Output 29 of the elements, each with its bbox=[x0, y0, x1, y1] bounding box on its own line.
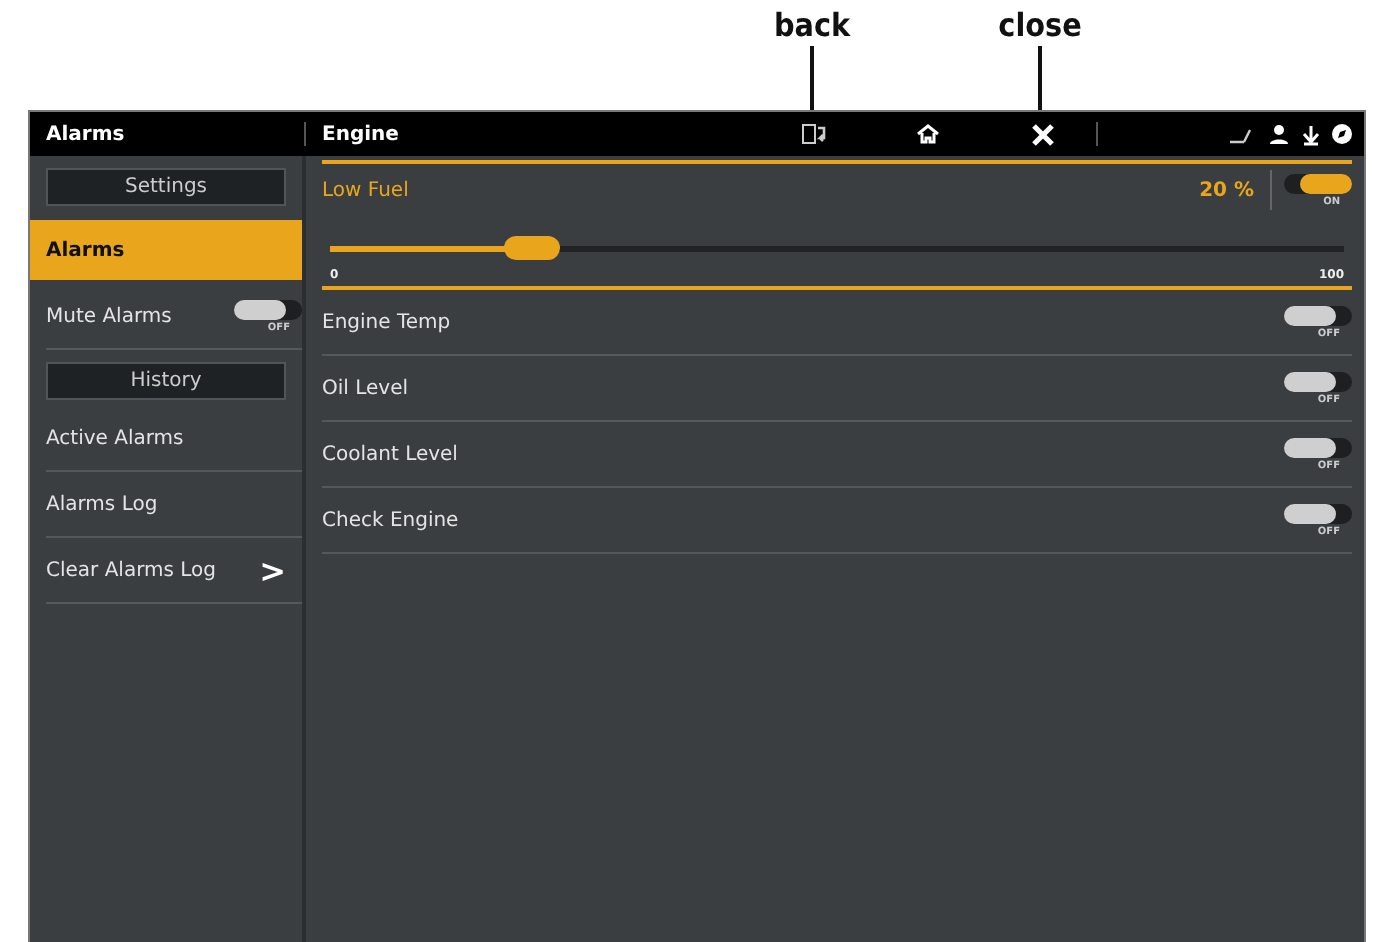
alarm-name: Coolant Level bbox=[322, 443, 458, 465]
toggle-switch[interactable] bbox=[1284, 503, 1352, 523]
slider-thumb[interactable] bbox=[504, 236, 561, 260]
alarm-name: Check Engine bbox=[322, 509, 459, 531]
sidebar-item[interactable]: Alarms Log bbox=[46, 472, 302, 538]
leader-line bbox=[810, 46, 814, 110]
section-header: Settings bbox=[46, 168, 286, 206]
callout-label: close bbox=[998, 6, 1082, 46]
toggle-switch[interactable] bbox=[1284, 305, 1352, 325]
compass-icon[interactable] bbox=[1332, 124, 1352, 144]
alarm-name: Oil Level bbox=[322, 377, 409, 399]
section-header: History bbox=[46, 362, 286, 400]
alarm-name: Engine Temp bbox=[322, 311, 451, 333]
leader-line bbox=[1038, 46, 1042, 110]
sidebar-item[interactable]: Active Alarms bbox=[46, 406, 302, 472]
chevron[interactable]: > bbox=[259, 551, 286, 589]
panel-title: Alarms bbox=[44, 123, 127, 145]
callout-label: back bbox=[773, 6, 851, 46]
page-title: Engine bbox=[320, 123, 401, 145]
sidebar-label: Mute Alarms bbox=[46, 305, 172, 327]
toggle-switch[interactable] bbox=[1284, 371, 1352, 391]
person-icon[interactable] bbox=[1268, 123, 1290, 145]
toggle-switch[interactable] bbox=[1284, 173, 1352, 193]
toggle-switch[interactable] bbox=[1284, 437, 1352, 457]
sidebar-label[interactable]: Clear Alarms Log bbox=[46, 559, 217, 581]
toggle-switch[interactable] bbox=[234, 299, 302, 319]
alarm-value: 20 % bbox=[1199, 179, 1254, 201]
alarm-name: Low Fuel bbox=[322, 179, 409, 201]
sidebar-item[interactable]: Alarms bbox=[30, 220, 302, 280]
